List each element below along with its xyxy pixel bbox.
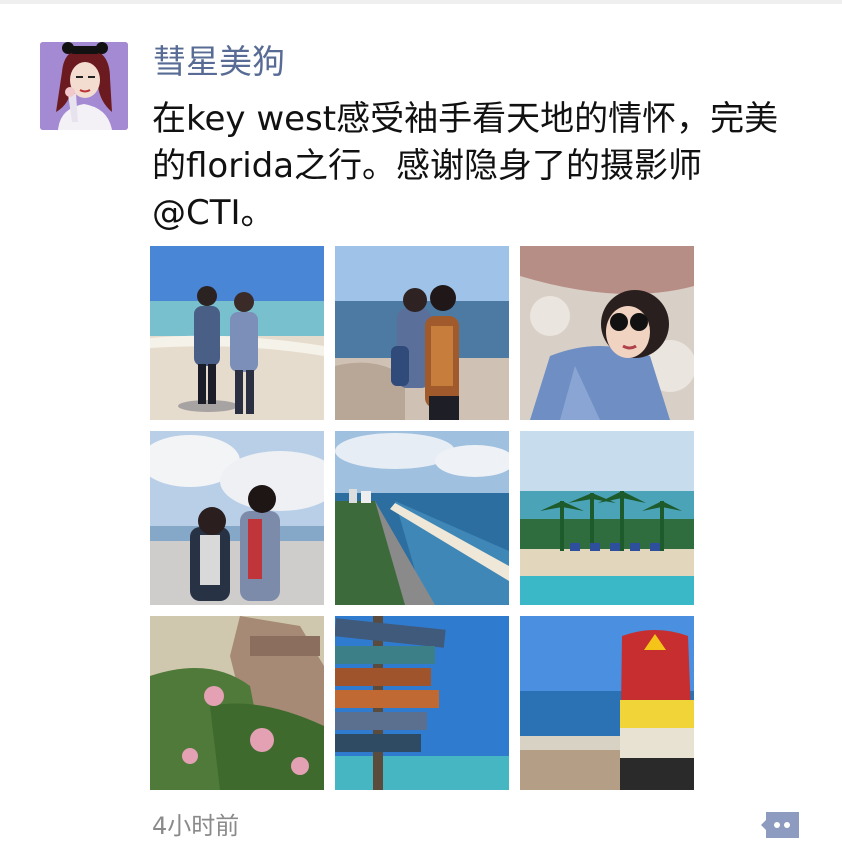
photo-signpost-key-west[interactable]	[335, 616, 509, 790]
avatar[interactable]	[40, 42, 128, 130]
author-name[interactable]: 彗星美狗	[153, 38, 285, 86]
photo-garden-flowers[interactable]	[150, 616, 324, 790]
photo-coastline-aerial[interactable]	[335, 431, 509, 605]
comment-bubble-icon[interactable]	[760, 809, 802, 841]
post-text: 在key west感受袖手看天地的情怀，完美 的florida之行。感谢隐身了的…	[152, 99, 779, 233]
post-timestamp: 4小时前	[152, 812, 240, 840]
photo-beach-clouds-pair[interactable]	[150, 431, 324, 605]
photo-rock-selfie[interactable]	[520, 246, 694, 420]
photo-southernmost-point-buoy[interactable]	[520, 616, 694, 790]
top-divider	[0, 0, 842, 4]
photo-pool-palms[interactable]	[520, 431, 694, 605]
photo-beach-two-women[interactable]	[150, 246, 324, 420]
photo-rocks-ocean-hug[interactable]	[335, 246, 509, 420]
